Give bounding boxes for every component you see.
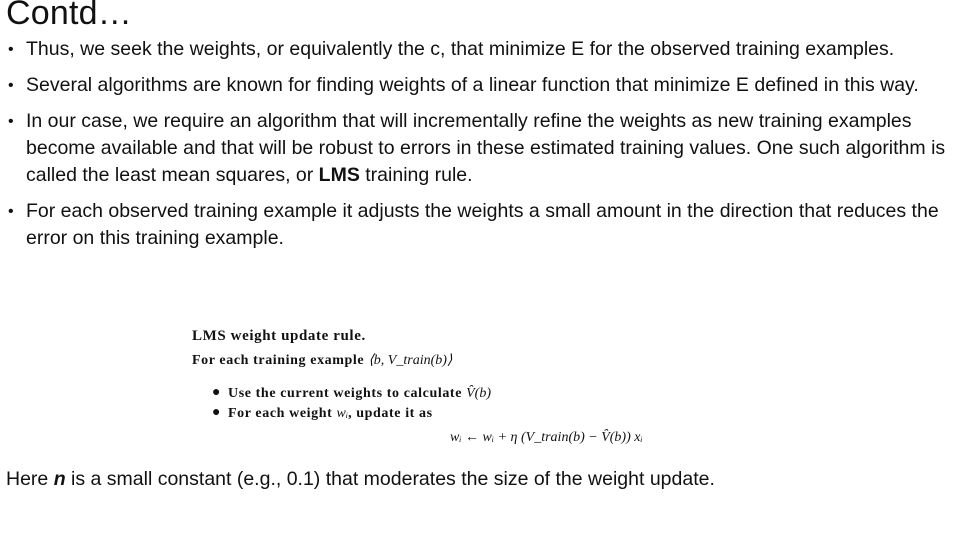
bullet-text-end: training rule. xyxy=(359,164,473,186)
figure-for-each-line: For each training example ⟨b, V_train(b)… xyxy=(192,352,452,369)
figure-item-text: For each weight xyxy=(228,406,333,421)
bullet-item: • Thus, we seek the weights, or equivale… xyxy=(8,36,948,63)
bullet-dot-icon: • xyxy=(8,41,14,58)
bullet-text: Several algorithms are known for finding… xyxy=(26,74,919,96)
bullet-list: • Thus, we seek the weights, or equivale… xyxy=(8,36,948,261)
footer-symbol: n xyxy=(53,468,66,490)
slide-title: Contd… xyxy=(6,0,132,32)
figure-item-text: Use the current weights to calculate xyxy=(228,386,463,401)
figure-item: ● Use the current weights to calculate V… xyxy=(212,385,492,402)
bullet-bold-term: LMS xyxy=(318,164,360,186)
bullet-dot-icon: • xyxy=(8,203,14,220)
for-each-label: For each training example xyxy=(192,353,365,368)
footer-prefix: Here xyxy=(6,468,54,490)
bullet-text: Thus, we seek the weights, or equivalent… xyxy=(26,38,895,60)
bullet-dot-icon: • xyxy=(8,113,14,130)
bullet-item: • In our case, we require an algorithm t… xyxy=(8,108,948,189)
bullet-text: For each observed training example it ad… xyxy=(26,200,939,249)
figure-item-math: V̂(b) xyxy=(466,386,492,401)
lms-rule-figure: LMS weight update rule. For each trainin… xyxy=(188,322,643,452)
figure-bullet-icon: ● xyxy=(212,405,222,420)
figure-bullet-icon: ● xyxy=(212,385,222,400)
figure-item: ● For each weight wᵢ, update it as xyxy=(212,405,433,422)
bullet-dot-icon: • xyxy=(8,77,14,94)
footer-suffix: is a small constant (e.g., 0.1) that mod… xyxy=(65,468,715,490)
bullet-item: • Several algorithms are known for findi… xyxy=(8,72,948,99)
bullet-item: • For each observed training example it … xyxy=(8,198,948,252)
figure-item-text-after: , update it as xyxy=(348,406,433,421)
footer-note: Here n is a small constant (e.g., 0.1) t… xyxy=(6,468,715,491)
training-example-math: ⟨b, V_train(b)⟩ xyxy=(368,353,453,368)
figure-item-math: wᵢ xyxy=(336,406,349,421)
figure-title: LMS weight update rule. xyxy=(192,328,366,344)
update-equation: wᵢ ← wᵢ + η (V_train(b) − V̂(b)) xᵢ xyxy=(450,430,643,445)
bullet-text: In our case, we require an algorithm tha… xyxy=(26,110,946,186)
